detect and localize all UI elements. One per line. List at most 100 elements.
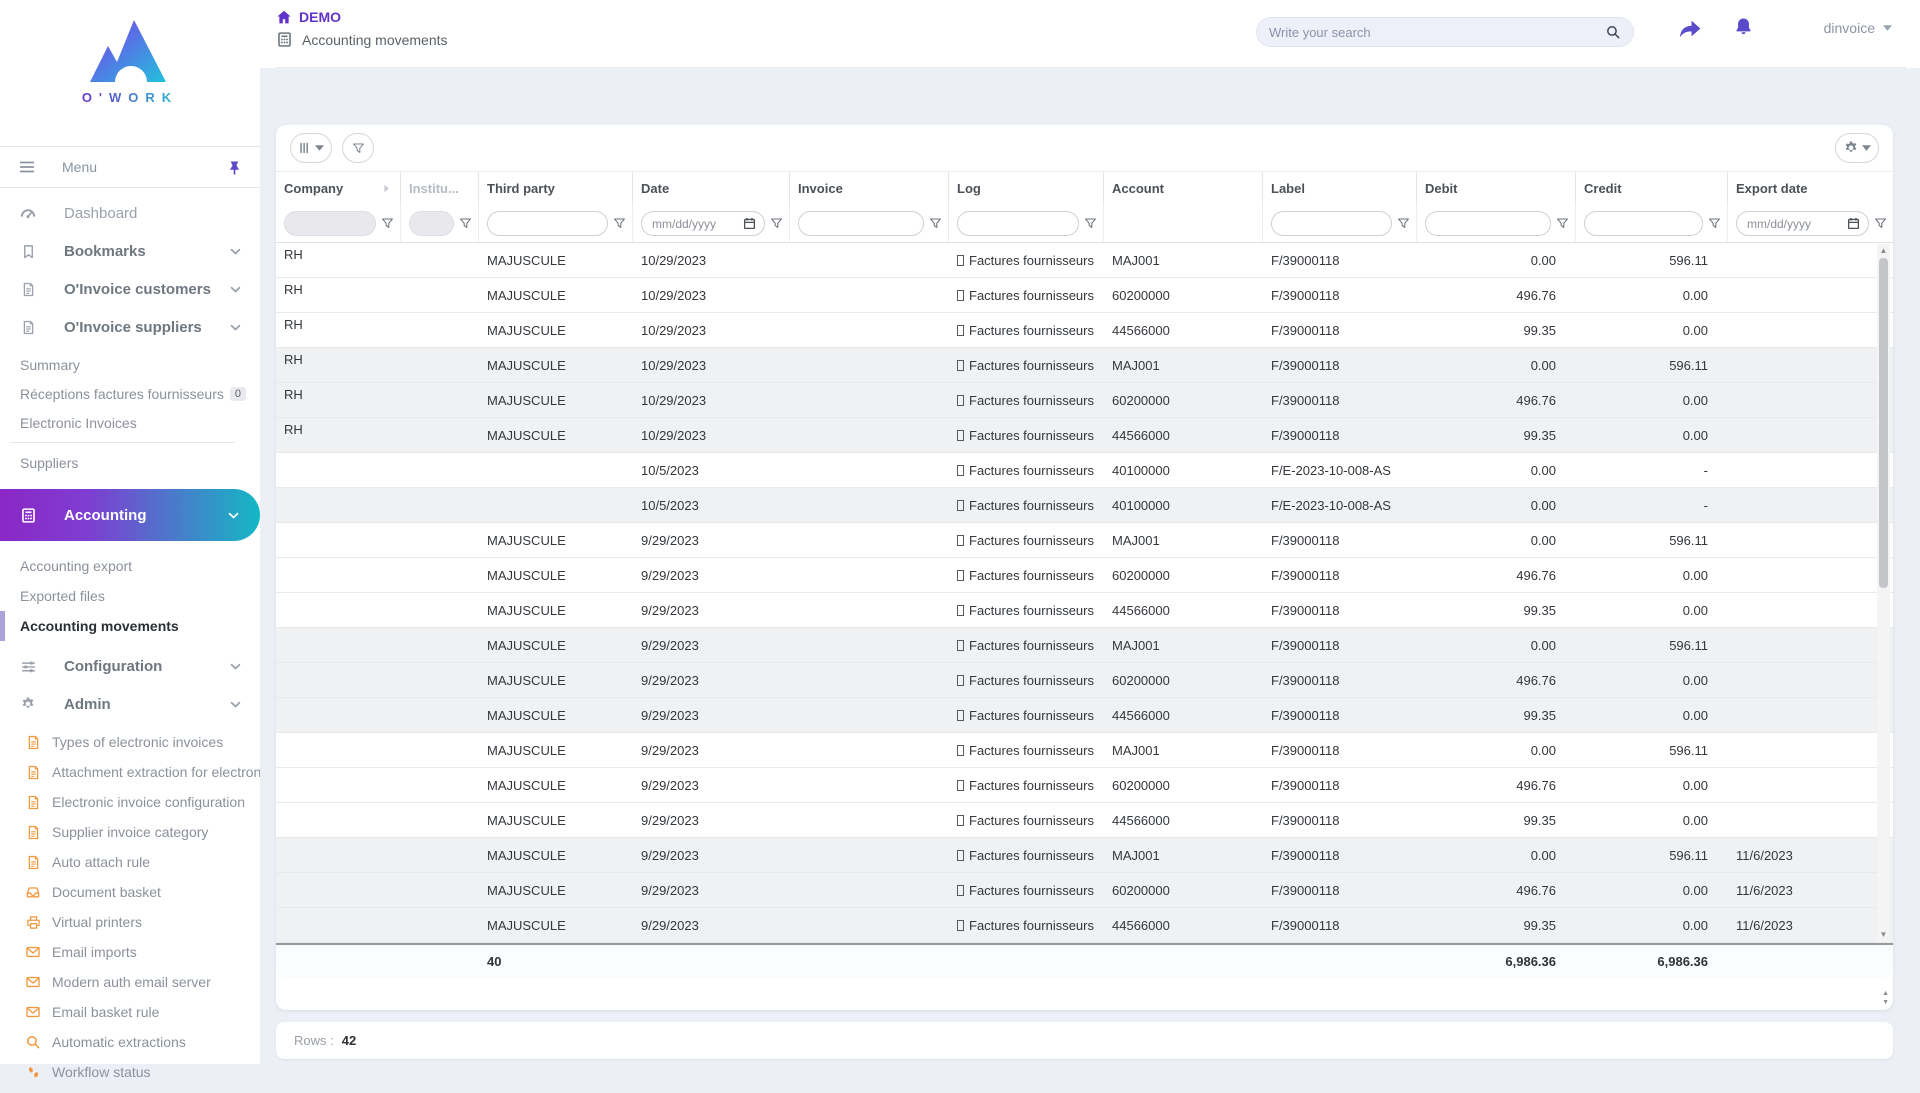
table-row[interactable]: MAJUSCULE 9/29/2023 Factures fournisseurs M… <box>276 523 1893 558</box>
share-forward-icon[interactable] <box>1678 16 1703 41</box>
admin-subitem[interactable]: Document basket <box>0 877 260 907</box>
sidebar-item-dashboard[interactable]: Dashboard <box>0 194 260 232</box>
column-header-debit[interactable]: Debit <box>1417 172 1576 205</box>
sidebar-item-accounting[interactable]: Accounting <box>0 489 260 541</box>
table-row[interactable]: MAJUSCULE 9/29/2023 Factures fournisseurs M… <box>276 838 1893 873</box>
column-header-invoice[interactable]: Invoice <box>790 172 949 205</box>
funnel-icon[interactable] <box>770 217 783 230</box>
user-menu[interactable]: dinvoice <box>1824 20 1892 36</box>
table-row[interactable]: MAJUSCULE 9/29/2023 Factures fournisseurs M… <box>276 733 1893 768</box>
funnel-icon[interactable] <box>1556 217 1569 230</box>
document-icon <box>24 855 42 870</box>
columns-button[interactable] <box>290 133 332 163</box>
funnel-icon[interactable] <box>381 217 394 230</box>
admin-subitem[interactable]: Supplier invoice category <box>0 817 260 847</box>
table-row[interactable]: MAJUSCULE 9/29/2023 Factures fournisseurs 6… <box>276 663 1893 698</box>
sidebar-item-oinvoice-suppliers[interactable]: O'Invoice suppliers <box>0 308 260 346</box>
table-row[interactable]: MAJUSCULE 9/29/2023 Factures fournisseurs 6… <box>276 768 1893 803</box>
table-row[interactable]: RH MAJUSCULE 10/29/2023 Factures fournisseu… <box>276 313 1893 348</box>
scroll-up-icon[interactable]: ▲ <box>1880 244 1888 258</box>
table-settings-button[interactable] <box>1835 133 1879 163</box>
table-row[interactable]: RH MAJUSCULE 10/29/2023 Factures fournisseu… <box>276 243 1893 278</box>
debit-filter-input[interactable] <box>1425 211 1551 236</box>
table-row[interactable]: MAJUSCULE 9/29/2023 Factures fournisseurs 4… <box>276 593 1893 628</box>
table-row[interactable]: RH MAJUSCULE 10/29/2023 Factures fournisseu… <box>276 418 1893 453</box>
calendar-icon[interactable] <box>743 217 756 230</box>
funnel-icon[interactable] <box>1708 217 1721 230</box>
funnel-icon[interactable] <box>613 217 626 230</box>
scroll-down-icon[interactable]: ▼ <box>1882 999 1889 1006</box>
totals-scrollbar[interactable]: ▲ ▼ <box>1882 990 1889 1006</box>
sidebar-item-configuration[interactable]: Configuration <box>0 647 260 685</box>
sidebar-item-bookmarks[interactable]: Bookmarks <box>0 232 260 270</box>
notification-bell-icon[interactable] <box>1733 16 1754 37</box>
admin-subitem[interactable]: Auto attach rule <box>0 847 260 877</box>
sidebar-subitem-accounting-export[interactable]: Accounting export <box>0 551 260 581</box>
sidebar-item-oinvoice-customers[interactable]: O'Invoice customers <box>0 270 260 308</box>
hamburger-icon[interactable] <box>18 158 36 176</box>
search-input[interactable] <box>1269 24 1605 40</box>
table-row[interactable]: RH MAJUSCULE 10/29/2023 Factures fournisseu… <box>276 383 1893 418</box>
pin-icon[interactable] <box>227 160 242 175</box>
filter-button[interactable] <box>342 133 374 163</box>
column-header-company[interactable]: Company <box>276 172 401 205</box>
table-row[interactable]: 10/5/2023 Factures fournisseurs 40100000 F/… <box>276 488 1893 523</box>
admin-subitem[interactable]: Email imports <box>0 937 260 967</box>
funnel-icon[interactable] <box>1874 217 1887 230</box>
admin-subitem[interactable]: Automatic extractions <box>0 1027 260 1057</box>
sidebar-item-admin[interactable]: Admin <box>0 685 260 723</box>
scrollbar-thumb[interactable] <box>1879 258 1888 588</box>
cell-log: Factures fournisseurs <box>949 558 1104 592</box>
table-row[interactable]: MAJUSCULE 9/29/2023 Factures fournisseurs 4… <box>276 803 1893 838</box>
home-icon[interactable] <box>276 9 292 25</box>
funnel-icon[interactable] <box>1397 217 1410 230</box>
admin-subitem[interactable]: Workflow status <box>0 1057 260 1087</box>
table-row[interactable]: 10/5/2023 Factures fournisseurs 40100000 F/… <box>276 453 1893 488</box>
table-row[interactable]: MAJUSCULE 9/29/2023 Factures fournisseurs 6… <box>276 873 1893 908</box>
table-row[interactable]: RH MAJUSCULE 10/29/2023 Factures fournisseu… <box>276 348 1893 383</box>
admin-subitem[interactable]: Email basket rule <box>0 997 260 1027</box>
sidebar-subitem[interactable]: Electronic Invoices <box>0 408 260 437</box>
calendar-icon[interactable] <box>1847 217 1860 230</box>
admin-subitem[interactable]: Attachment extraction for electron <box>0 757 260 787</box>
scroll-up-icon[interactable]: ▲ <box>1882 990 1889 997</box>
funnel-icon[interactable] <box>929 217 942 230</box>
admin-subitem[interactable]: Types of electronic invoices <box>0 727 260 757</box>
table-row[interactable]: MAJUSCULE 9/29/2023 Factures fournisseurs 4… <box>276 698 1893 733</box>
table-row[interactable]: MAJUSCULE 9/29/2023 Factures fournisseurs 6… <box>276 558 1893 593</box>
sidebar-subitem-exported-files[interactable]: Exported files <box>0 581 260 611</box>
column-header-institution[interactable]: Institu... <box>401 172 479 205</box>
vertical-scrollbar[interactable]: ▲ ▼ <box>1877 244 1890 942</box>
admin-subitem[interactable]: Virtual printers <box>0 907 260 937</box>
column-header-date[interactable]: Date <box>633 172 790 205</box>
sidebar-subitem[interactable]: Suppliers <box>0 448 260 477</box>
column-header-log[interactable]: Log <box>949 172 1104 205</box>
label-filter-input[interactable] <box>1271 211 1392 236</box>
log-filter-input[interactable] <box>957 211 1079 236</box>
funnel-icon[interactable] <box>459 217 472 230</box>
column-header-account[interactable]: Account <box>1104 172 1263 205</box>
table-row[interactable]: MAJUSCULE 9/29/2023 Factures fournisseurs 4… <box>276 908 1893 943</box>
funnel-icon[interactable] <box>1084 217 1097 230</box>
sidebar-subitem[interactable]: Réceptions factures fournisseurs 0 <box>0 379 260 408</box>
sidebar-subitem-accounting-movements[interactable]: Accounting movements <box>0 611 260 641</box>
column-header-third-party[interactable]: Third party <box>479 172 633 205</box>
admin-subitem[interactable]: Modern auth email server <box>0 967 260 997</box>
table-row[interactable]: MAJUSCULE 9/29/2023 Factures fournisseurs M… <box>276 628 1893 663</box>
gauge-icon <box>18 204 38 222</box>
search-icon[interactable] <box>1605 24 1621 40</box>
column-header-credit[interactable]: Credit <box>1576 172 1728 205</box>
scroll-down-icon[interactable]: ▼ <box>1880 928 1888 942</box>
invoice-filter-input[interactable] <box>798 211 924 236</box>
export-date-filter-input[interactable]: mm/dd/yyyy <box>1736 211 1869 236</box>
admin-subitem[interactable]: Electronic invoice configuration <box>0 787 260 817</box>
third-party-filter-input[interactable] <box>487 211 608 236</box>
credit-filter-input[interactable] <box>1584 211 1703 236</box>
expand-groups-icon[interactable] <box>381 183 392 194</box>
column-header-export-date[interactable]: Export date <box>1728 172 1893 205</box>
cell-third-party: MAJUSCULE <box>487 882 566 898</box>
table-row[interactable]: RH MAJUSCULE 10/29/2023 Factures fournisseu… <box>276 278 1893 313</box>
date-filter-input[interactable]: mm/dd/yyyy <box>641 211 765 236</box>
column-header-label[interactable]: Label <box>1263 172 1417 205</box>
sidebar-subitem[interactable]: Summary <box>0 350 260 379</box>
